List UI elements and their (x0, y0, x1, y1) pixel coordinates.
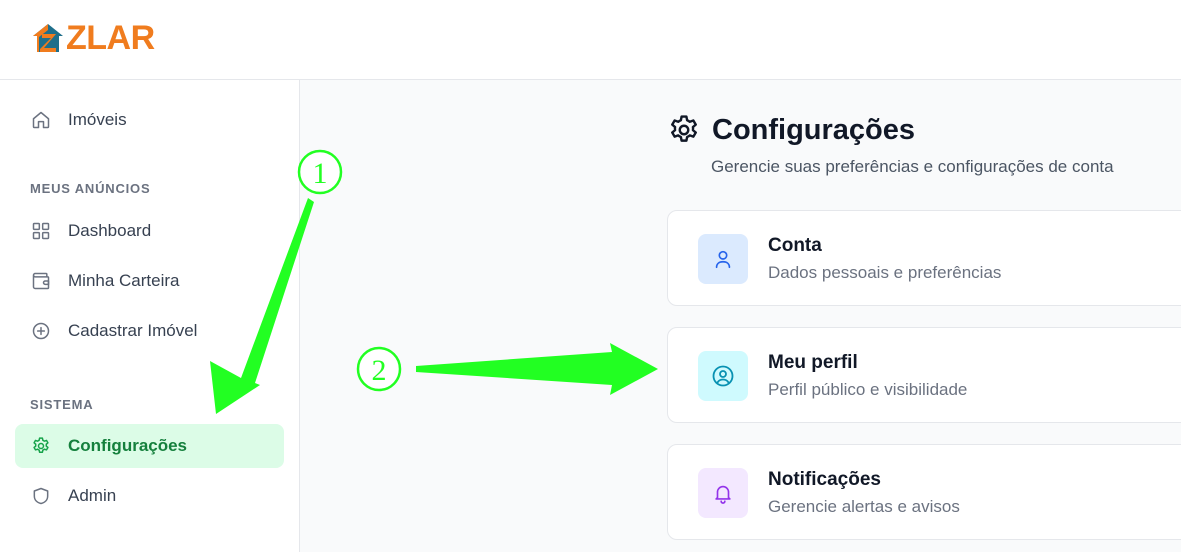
wallet-icon (30, 270, 52, 292)
grid-icon (30, 220, 52, 242)
home-icon (30, 109, 52, 131)
top-bar: ZLAR (0, 0, 1181, 80)
section-label-meus-anuncios: MEUS ANÚNCIOS (30, 181, 151, 196)
plus-circle-icon (30, 320, 52, 342)
sidebar-item-cadastrar-imovel[interactable]: Cadastrar Imóvel (15, 309, 284, 353)
sidebar-item-label: Dashboard (68, 221, 152, 240)
sidebar-item-admin[interactable]: Admin (15, 474, 284, 518)
bell-icon (715, 485, 731, 504)
card-icon-badge (698, 351, 748, 401)
sidebar-item-label: Minha Carteira (68, 271, 180, 290)
card-title: Meu perfil (768, 352, 858, 373)
card-description: Dados pessoais e preferências (768, 263, 1002, 282)
shield-icon (30, 485, 52, 507)
card-icon-badge (698, 468, 748, 518)
page-subtitle: Gerencie suas preferências e configuraçõ… (711, 157, 1114, 176)
sidebar-item-configuracoes[interactable]: Configurações (15, 424, 284, 468)
card-title: Conta (768, 235, 822, 256)
page-header: Configurações (667, 113, 915, 147)
sidebar-item-dashboard[interactable]: Dashboard (15, 209, 284, 253)
settings-card-notificacoes[interactable]: Notificações Gerencie alertas e avisos (667, 444, 1181, 540)
brand-logo[interactable]: ZLAR (31, 19, 155, 57)
sidebar: Imóveis MEUS ANÚNCIOS Dashboard Minha Ca… (0, 80, 300, 552)
settings-gear-icon (667, 113, 701, 147)
gear-icon (30, 435, 52, 457)
settings-card-conta[interactable]: Conta Dados pessoais e preferências (667, 210, 1181, 306)
section-label-sistema: SISTEMA (30, 397, 94, 412)
card-description: Gerencie alertas e avisos (768, 497, 960, 516)
card-icon-badge (698, 234, 748, 284)
user-circle-icon (712, 365, 734, 387)
sidebar-item-label: Configurações (68, 436, 188, 455)
sidebar-item-label: Admin (68, 486, 117, 505)
settings-card-meu-perfil[interactable]: Meu perfil Perfil público e visibilidade (667, 327, 1181, 423)
sidebar-item-imoveis[interactable]: Imóveis (15, 98, 284, 142)
user-icon (715, 250, 731, 269)
logo-house-icon (33, 24, 63, 52)
sidebar-item-label: Imóveis (68, 110, 127, 129)
page-title: Configurações (712, 113, 916, 146)
sidebar-item-label: Cadastrar Imóvel (68, 321, 198, 340)
card-title: Notificações (768, 469, 881, 490)
main-content: Configurações Gerencie suas preferências… (300, 80, 1181, 552)
logo-text: ZLAR (66, 19, 155, 57)
sidebar-item-minha-carteira[interactable]: Minha Carteira (15, 259, 284, 303)
card-description: Perfil público e visibilidade (768, 380, 968, 399)
